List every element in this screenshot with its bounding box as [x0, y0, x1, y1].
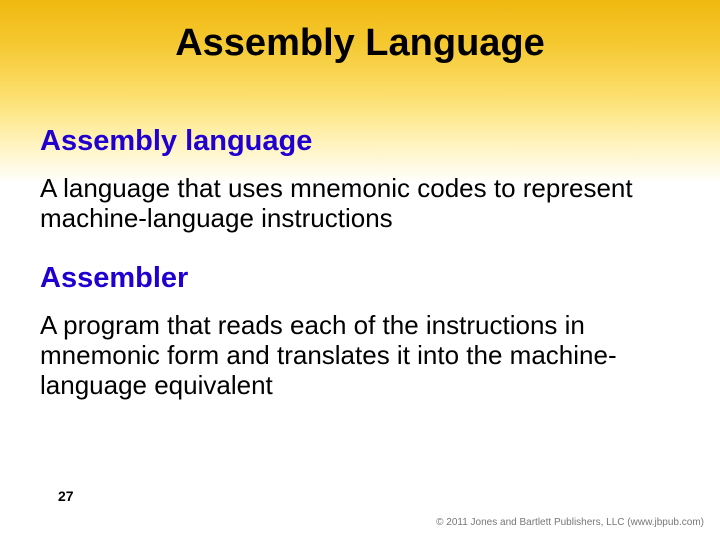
slide-title: Assembly Language: [0, 22, 720, 65]
slide: Assembly Language Assembly language A la…: [0, 0, 720, 540]
definition-assembler: A program that reads each of the instruc…: [40, 311, 680, 401]
slide-content: Assembly language A language that uses m…: [40, 125, 680, 400]
page-number: 27: [58, 488, 74, 504]
copyright-notice: © 2011 Jones and Bartlett Publishers, LL…: [436, 517, 704, 528]
term-assembler: Assembler: [40, 262, 680, 295]
term-assembly-language: Assembly language: [40, 125, 680, 158]
definition-assembly-language: A language that uses mnemonic codes to r…: [40, 174, 680, 234]
